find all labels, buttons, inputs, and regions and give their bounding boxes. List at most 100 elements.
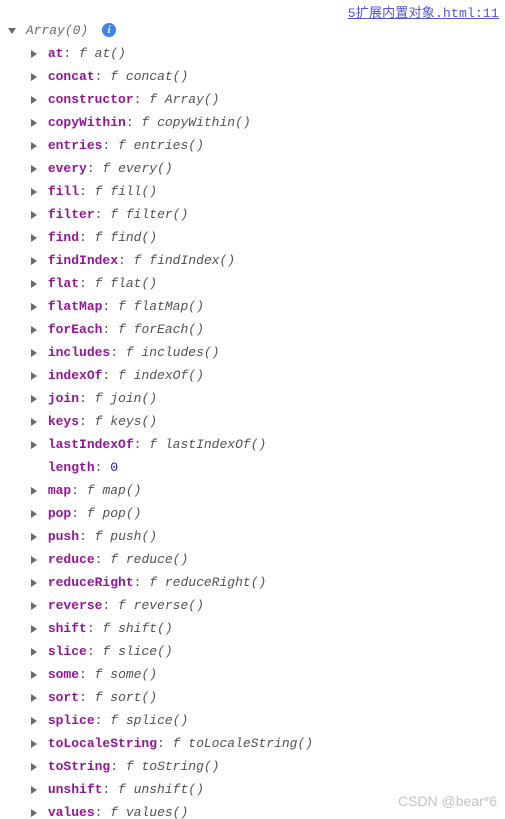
chevron-right-icon[interactable] xyxy=(28,665,40,687)
chevron-right-icon[interactable] xyxy=(28,550,40,572)
property-key: copyWithin xyxy=(48,115,126,130)
property-row[interactable]: flat: f flat() xyxy=(28,273,505,296)
function-f-glyph: f xyxy=(126,759,134,774)
tree-children: at: f at() concat: f concat() constructo… xyxy=(6,43,505,819)
function-name: splice() xyxy=(126,713,188,728)
property-row[interactable]: splice: f splice() xyxy=(28,710,505,733)
chevron-right-icon[interactable] xyxy=(28,343,40,365)
property-row[interactable]: at: f at() xyxy=(28,43,505,66)
function-name: find() xyxy=(110,230,157,245)
chevron-right-icon[interactable] xyxy=(28,481,40,503)
chevron-right-icon[interactable] xyxy=(28,67,40,89)
tree-root-row[interactable]: Array(0) i xyxy=(6,20,505,43)
property-row[interactable]: push: f push() xyxy=(28,526,505,549)
chevron-right-icon[interactable] xyxy=(28,619,40,641)
chevron-right-icon[interactable] xyxy=(28,734,40,756)
root-label: Array(0) xyxy=(26,23,88,38)
property-key: flat xyxy=(48,276,79,291)
property-key: toString xyxy=(48,759,110,774)
property-row[interactable]: shift: f shift() xyxy=(28,618,505,641)
chevron-right-icon[interactable] xyxy=(28,251,40,273)
chevron-right-icon[interactable] xyxy=(28,205,40,227)
property-row[interactable]: find: f find() xyxy=(28,227,505,250)
chevron-right-icon[interactable] xyxy=(28,90,40,112)
chevron-right-icon[interactable] xyxy=(28,274,40,296)
property-row[interactable]: constructor: f Array() xyxy=(28,89,505,112)
property-key: reduce xyxy=(48,552,95,567)
property-key: shift xyxy=(48,621,87,636)
property-key: pop xyxy=(48,506,71,521)
property-row[interactable]: reduce: f reduce() xyxy=(28,549,505,572)
property-key: reduceRight xyxy=(48,575,134,590)
function-f-glyph: f xyxy=(110,713,118,728)
function-f-glyph: f xyxy=(149,437,157,452)
property-row[interactable]: fill: f fill() xyxy=(28,181,505,204)
function-name: findIndex() xyxy=(149,253,235,268)
property-row[interactable]: forEach: f forEach() xyxy=(28,319,505,342)
function-f-glyph: f xyxy=(118,782,126,797)
property-row[interactable]: flatMap: f flatMap() xyxy=(28,296,505,319)
property-key: entries xyxy=(48,138,103,153)
chevron-right-icon[interactable] xyxy=(28,297,40,319)
chevron-right-icon[interactable] xyxy=(28,320,40,342)
function-name: at() xyxy=(95,46,126,61)
chevron-right-icon[interactable] xyxy=(28,435,40,457)
property-row[interactable]: some: f some() xyxy=(28,664,505,687)
function-name: map() xyxy=(102,483,141,498)
property-row[interactable]: toString: f toString() xyxy=(28,756,505,779)
chevron-right-icon[interactable] xyxy=(28,113,40,135)
chevron-right-icon[interactable] xyxy=(28,527,40,549)
property-row[interactable]: reverse: f reverse() xyxy=(28,595,505,618)
chevron-right-icon[interactable] xyxy=(28,228,40,250)
property-row[interactable]: every: f every() xyxy=(28,158,505,181)
property-row[interactable]: entries: f entries() xyxy=(28,135,505,158)
info-icon[interactable]: i xyxy=(102,23,116,37)
property-row[interactable]: reduceRight: f reduceRight() xyxy=(28,572,505,595)
property-row[interactable]: toLocaleString: f toLocaleString() xyxy=(28,733,505,756)
property-row-length[interactable]: length: 0 xyxy=(28,457,505,480)
property-row[interactable]: includes: f includes() xyxy=(28,342,505,365)
chevron-right-icon[interactable] xyxy=(28,688,40,710)
property-key: unshift xyxy=(48,782,103,797)
property-row[interactable]: unshift: f unshift() xyxy=(28,779,505,802)
function-name: some() xyxy=(110,667,157,682)
property-row[interactable]: lastIndexOf: f lastIndexOf() xyxy=(28,434,505,457)
property-row[interactable]: map: f map() xyxy=(28,480,505,503)
property-row[interactable]: pop: f pop() xyxy=(28,503,505,526)
chevron-down-icon[interactable] xyxy=(6,21,18,43)
property-row[interactable]: keys: f keys() xyxy=(28,411,505,434)
source-link[interactable]: 5扩展内置对象.html:11 xyxy=(348,2,499,21)
chevron-right-icon[interactable] xyxy=(28,366,40,388)
chevron-right-icon[interactable] xyxy=(28,780,40,802)
chevron-right-icon[interactable] xyxy=(28,711,40,733)
chevron-right-icon[interactable] xyxy=(28,182,40,204)
property-row[interactable]: sort: f sort() xyxy=(28,687,505,710)
property-key: findIndex xyxy=(48,253,118,268)
property-key: splice xyxy=(48,713,95,728)
chevron-right-icon[interactable] xyxy=(28,803,40,819)
property-row[interactable]: values: f values() xyxy=(28,802,505,819)
chevron-right-icon[interactable] xyxy=(28,596,40,618)
property-key: join xyxy=(48,391,79,406)
property-row[interactable]: findIndex: f findIndex() xyxy=(28,250,505,273)
property-key: sort xyxy=(48,690,79,705)
chevron-right-icon[interactable] xyxy=(28,504,40,526)
chevron-right-icon[interactable] xyxy=(28,159,40,181)
function-name: lastIndexOf() xyxy=(165,437,266,452)
chevron-right-icon[interactable] xyxy=(28,757,40,779)
function-f-glyph: f xyxy=(87,483,95,498)
chevron-right-icon[interactable] xyxy=(28,136,40,158)
property-row[interactable]: slice: f slice() xyxy=(28,641,505,664)
function-f-glyph: f xyxy=(149,575,157,590)
chevron-right-icon[interactable] xyxy=(28,44,40,66)
property-row[interactable]: concat: f concat() xyxy=(28,66,505,89)
chevron-right-icon[interactable] xyxy=(28,573,40,595)
chevron-right-icon[interactable] xyxy=(28,412,40,434)
property-row[interactable]: filter: f filter() xyxy=(28,204,505,227)
chevron-right-icon[interactable] xyxy=(28,389,40,411)
property-row[interactable]: copyWithin: f copyWithin() xyxy=(28,112,505,135)
property-row[interactable]: join: f join() xyxy=(28,388,505,411)
property-row[interactable]: indexOf: f indexOf() xyxy=(28,365,505,388)
chevron-right-icon[interactable] xyxy=(28,642,40,664)
function-name: values() xyxy=(126,805,188,819)
